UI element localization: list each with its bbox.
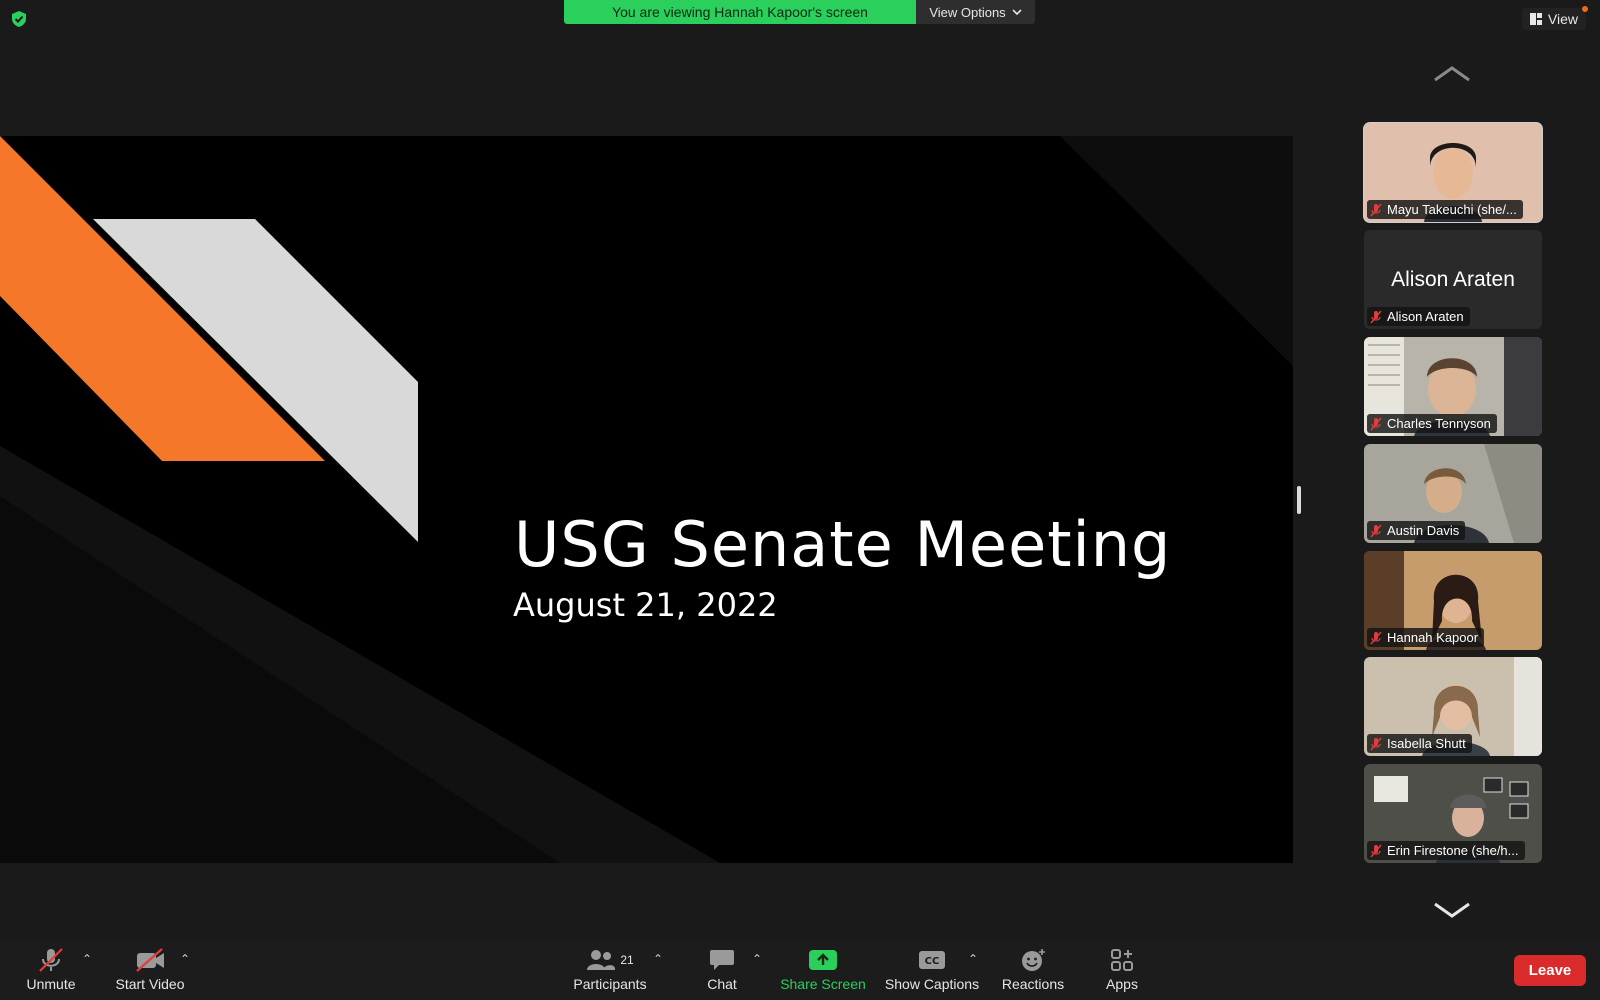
participant-name: Austin Davis bbox=[1387, 523, 1460, 538]
chevron-up-icon[interactable] bbox=[1432, 64, 1472, 84]
participant-nameplate: Isabella Shutt bbox=[1367, 734, 1472, 753]
participant-tile[interactable]: Charles Tennyson bbox=[1364, 337, 1542, 436]
participant-nameplate: Alison Araten bbox=[1367, 307, 1470, 326]
slide-title: USG Senate Meeting bbox=[514, 508, 1172, 581]
muted-mic-icon bbox=[1370, 524, 1382, 537]
participant-name: Isabella Shutt bbox=[1387, 736, 1466, 751]
participants-options-caret-icon[interactable]: ⌃ bbox=[653, 952, 663, 966]
participant-name: Mayu Takeuchi (she/... bbox=[1387, 202, 1517, 217]
show-captions-button[interactable]: CC Show Captions bbox=[884, 946, 980, 996]
closed-captions-icon: CC bbox=[919, 951, 945, 969]
slide-background-graphic bbox=[0, 136, 1293, 863]
muted-mic-icon bbox=[1370, 737, 1382, 750]
encryption-shield-icon[interactable] bbox=[10, 10, 28, 28]
captions-options-caret-icon[interactable]: ⌃ bbox=[968, 952, 978, 966]
start-video-label: Start Video bbox=[115, 976, 185, 992]
participant-name: Alison Araten bbox=[1387, 309, 1464, 324]
leave-button[interactable]: Leave bbox=[1514, 955, 1586, 986]
notification-dot bbox=[1582, 6, 1588, 12]
svg-text:CC: CC bbox=[925, 956, 940, 967]
muted-mic-icon bbox=[1370, 631, 1382, 644]
shared-screen-slide: USG Senate Meeting August 21, 2022 bbox=[0, 136, 1293, 863]
panel-resize-handle[interactable] bbox=[1297, 486, 1301, 514]
zoom-meeting-window: You are viewing Hannah Kapoor's screen V… bbox=[0, 0, 1600, 1000]
video-options-caret-icon[interactable]: ⌃ bbox=[180, 952, 190, 966]
participant-tile[interactable]: Austin Davis bbox=[1364, 444, 1542, 543]
participants-label: Participants bbox=[573, 976, 647, 992]
participant-name: Hannah Kapoor bbox=[1387, 630, 1479, 645]
participant-nameplate: Hannah Kapoor bbox=[1367, 628, 1485, 647]
reactions-label: Reactions bbox=[1001, 976, 1065, 992]
video-off-icon bbox=[136, 948, 164, 972]
participant-nameplate: Charles Tennyson bbox=[1367, 414, 1497, 433]
participant-tile[interactable]: Mayu Takeuchi (she/... bbox=[1363, 122, 1543, 223]
participants-icon bbox=[587, 950, 616, 970]
participant-nameplate: Mayu Takeuchi (she/... bbox=[1367, 200, 1523, 219]
show-captions-label: Show Captions bbox=[884, 976, 980, 992]
apps-button[interactable]: Apps bbox=[1102, 946, 1142, 996]
viewing-screen-label: You are viewing Hannah Kapoor's screen bbox=[564, 0, 916, 24]
chat-button[interactable]: Chat bbox=[702, 946, 742, 996]
participant-name: Erin Firestone (she/h... bbox=[1387, 843, 1519, 858]
apps-label: Apps bbox=[1106, 976, 1138, 992]
chat-options-caret-icon[interactable]: ⌃ bbox=[752, 952, 762, 966]
participant-tile[interactable]: Alison Araten Alison Araten bbox=[1364, 230, 1542, 329]
chat-bubble-icon bbox=[710, 950, 734, 970]
chevron-down-icon bbox=[1012, 9, 1022, 16]
screen-share-banner: You are viewing Hannah Kapoor's screen V… bbox=[564, 0, 1035, 24]
participant-display-name: Alison Araten bbox=[1391, 268, 1515, 291]
participant-name: Charles Tennyson bbox=[1387, 416, 1491, 431]
view-layout-button[interactable]: View bbox=[1521, 6, 1588, 30]
muted-mic-icon bbox=[1370, 203, 1382, 216]
view-button-label: View bbox=[1547, 11, 1578, 27]
chevron-down-icon[interactable] bbox=[1432, 900, 1472, 920]
share-screen-button[interactable]: Share Screen bbox=[780, 946, 866, 996]
slide-date: August 21, 2022 bbox=[513, 586, 778, 624]
chat-label: Chat bbox=[707, 976, 737, 992]
participants-button[interactable]: 21 Participants bbox=[570, 946, 650, 996]
grid-view-icon bbox=[1529, 13, 1542, 25]
muted-mic-icon bbox=[1370, 417, 1382, 430]
share-screen-icon bbox=[809, 950, 837, 970]
participants-count: 21 bbox=[620, 953, 634, 967]
start-video-button[interactable]: Start Video bbox=[112, 946, 188, 996]
muted-microphone-icon bbox=[39, 948, 63, 972]
unmute-label: Unmute bbox=[26, 976, 76, 992]
view-options-label: View Options bbox=[929, 4, 1006, 20]
apps-icon bbox=[1111, 949, 1133, 971]
participant-tile[interactable]: Isabella Shutt bbox=[1364, 657, 1542, 756]
audio-options-caret-icon[interactable]: ⌃ bbox=[82, 952, 92, 966]
reactions-smiley-icon bbox=[1022, 949, 1045, 971]
muted-mic-icon bbox=[1370, 844, 1382, 857]
participant-tile[interactable]: Hannah Kapoor bbox=[1364, 551, 1542, 650]
participant-nameplate: Austin Davis bbox=[1367, 521, 1466, 540]
participant-tile[interactable]: Erin Firestone (she/h... bbox=[1364, 764, 1542, 863]
view-options-button[interactable]: View Options bbox=[916, 0, 1035, 24]
share-screen-label: Share Screen bbox=[780, 976, 866, 992]
meeting-toolbar: Unmute ⌃ Start Video ⌃ 21 Participants ⌃… bbox=[0, 940, 1600, 1000]
participant-nameplate: Erin Firestone (she/h... bbox=[1367, 841, 1525, 860]
muted-mic-icon bbox=[1370, 310, 1382, 323]
unmute-button[interactable]: Unmute bbox=[22, 946, 80, 996]
reactions-button[interactable]: Reactions bbox=[1000, 946, 1066, 996]
